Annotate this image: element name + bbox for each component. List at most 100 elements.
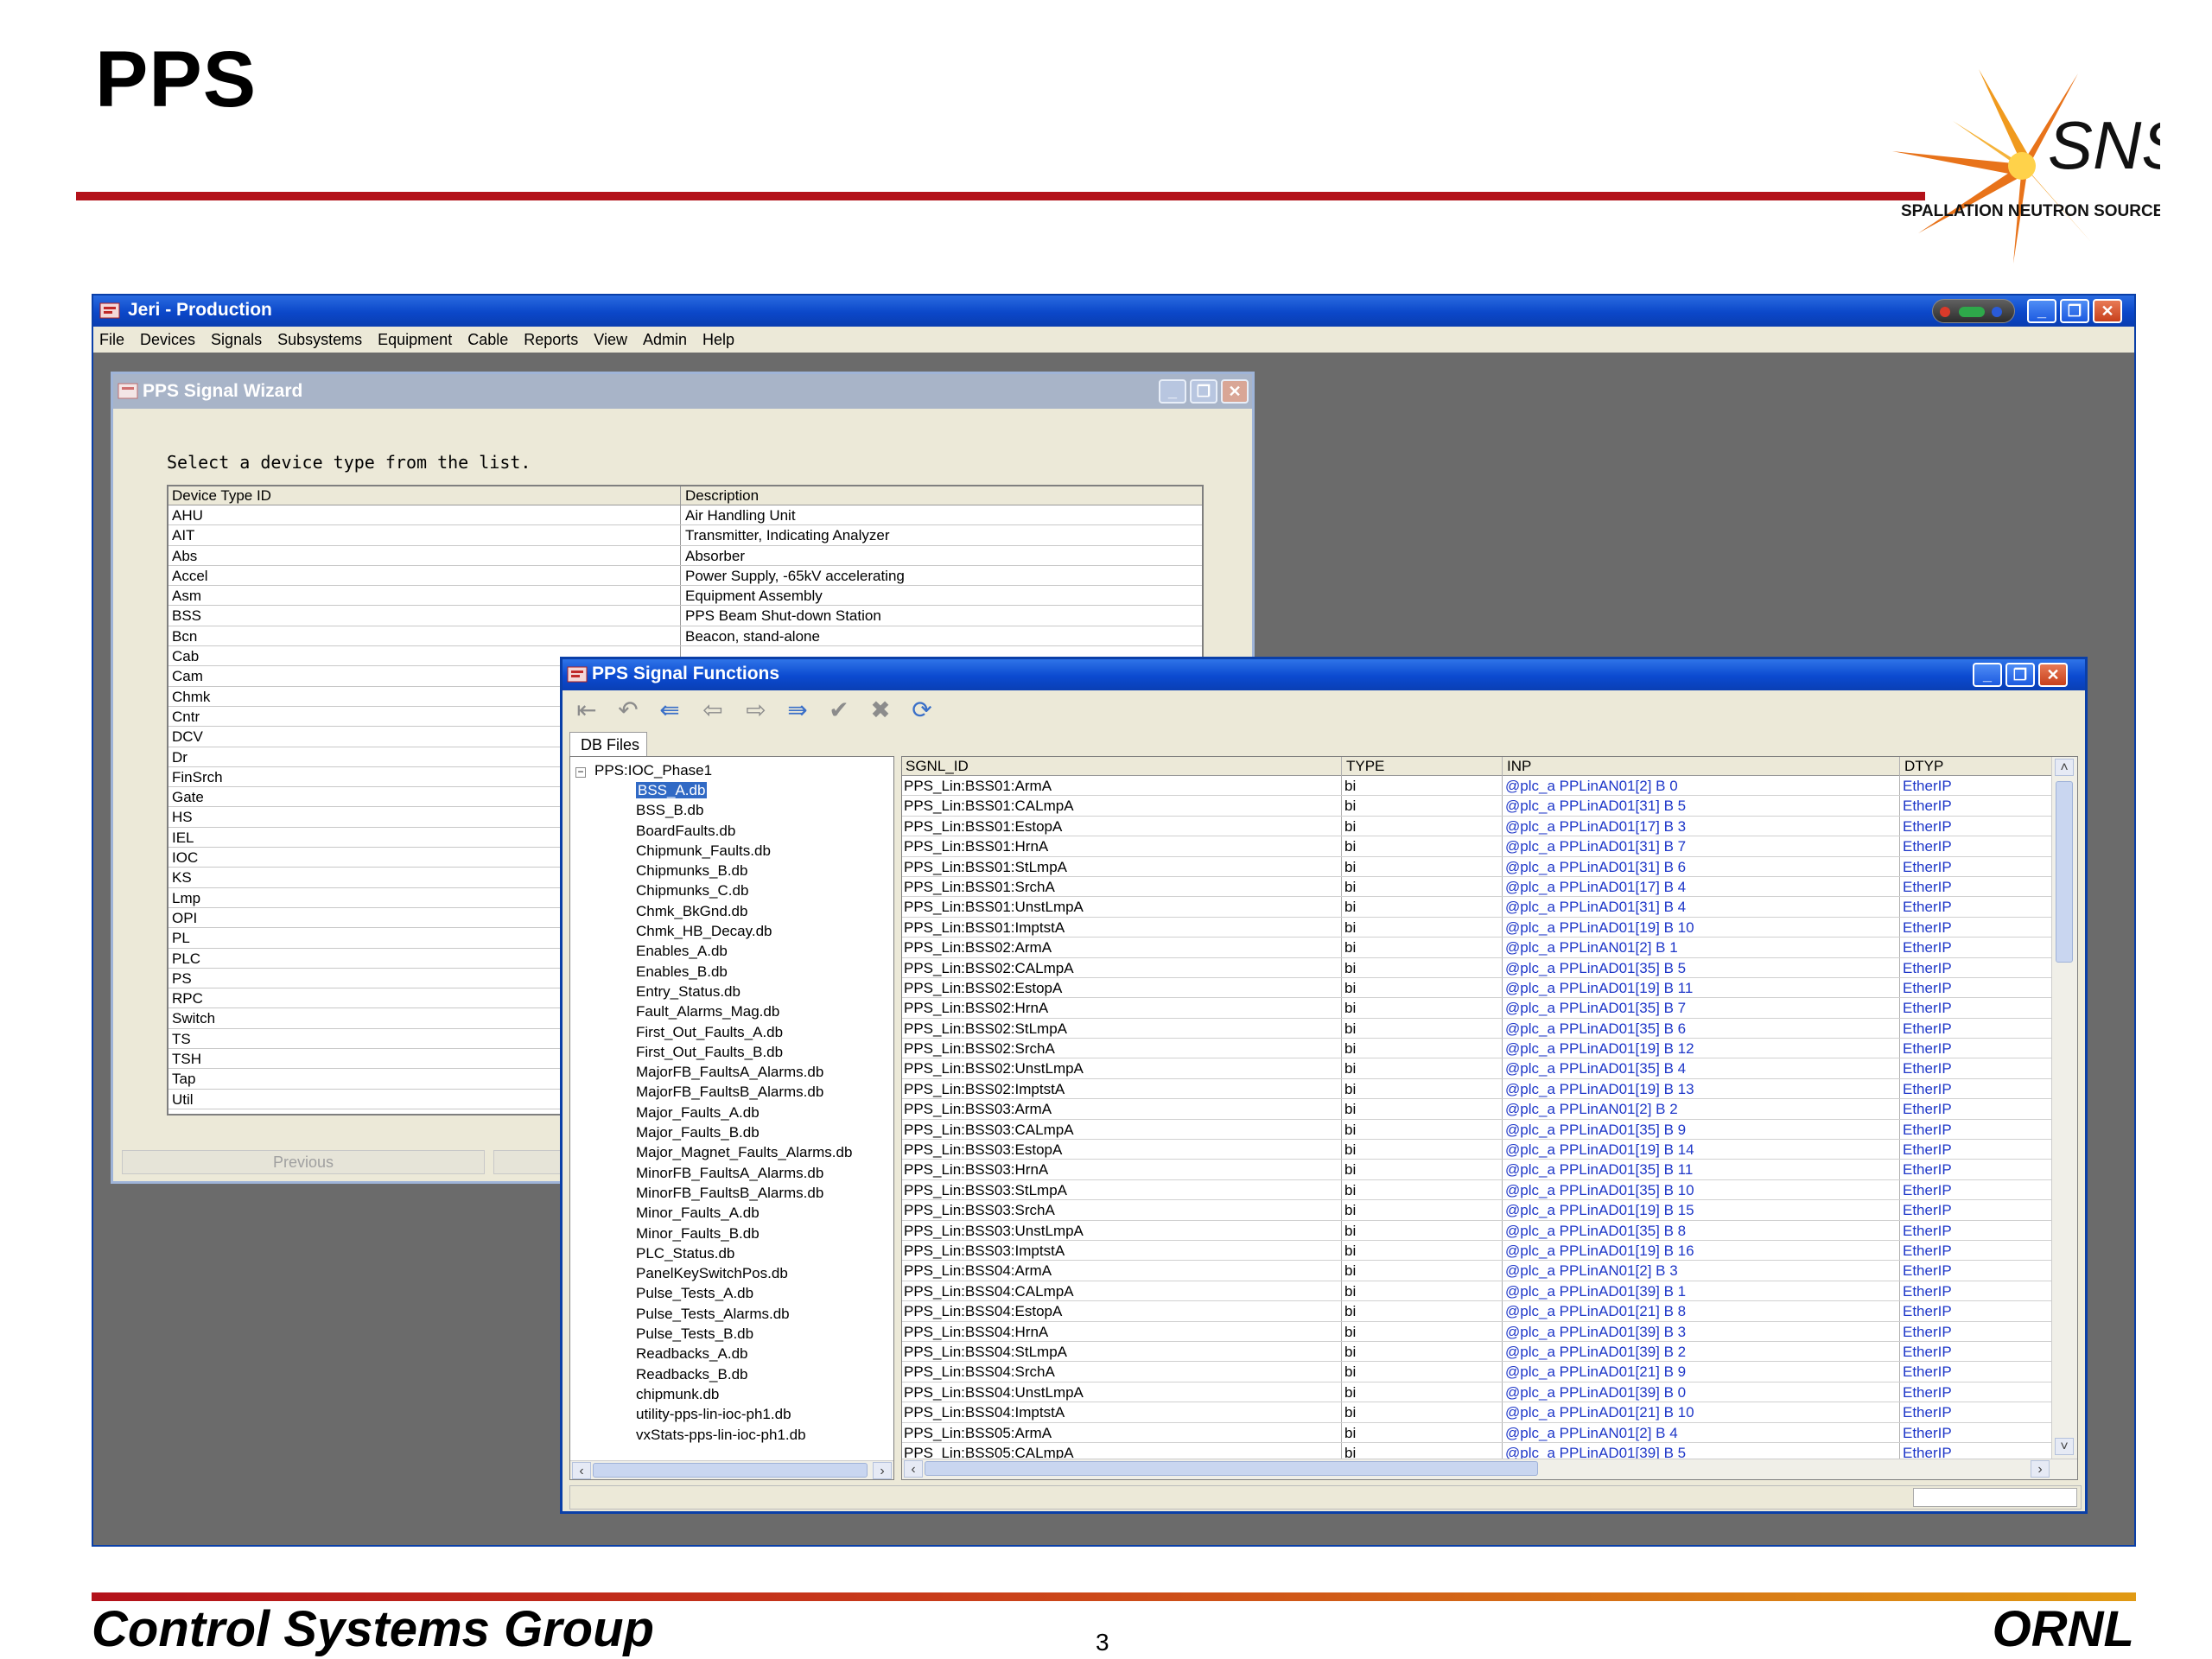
tree-item-db-file[interactable]: Major_Faults_A.db [634, 1104, 852, 1124]
tree-item-db-file[interactable]: PanelKeySwitchPos.db [634, 1265, 852, 1285]
tree-item-db-file[interactable]: Pulse_Tests_Alarms.db [634, 1306, 852, 1325]
signal-row[interactable]: PPS_Lin:BSS02:StLmpA bi @plc_a PPLinAD01[3… [902, 1019, 2051, 1039]
tree-item-db-file[interactable]: Enables_A.db [634, 943, 852, 963]
tree-item-db-file[interactable]: PLC_Status.db [634, 1245, 852, 1265]
cancel-icon[interactable]: ✖ [863, 696, 898, 725]
undo-icon[interactable]: ↶ [611, 696, 645, 725]
tree-item-db-file[interactable]: Major_Faults_B.db [634, 1124, 852, 1144]
grid-vertical-scrollbar[interactable]: ˄ ˅ [2051, 757, 2077, 1459]
menu-subsystems[interactable]: Subsystems [271, 327, 368, 349]
functions-titlebar[interactable]: PPS Signal Functions _ ❐ ✕ [563, 659, 2085, 690]
inp-cell[interactable]: @plc_a PPLinAN01[2] B 2 [1505, 1101, 1678, 1118]
previous-icon[interactable]: ⇦ [696, 696, 730, 725]
signal-row[interactable]: PPS_Lin:BSS03:ImptstA bi @plc_a PPLinAD01[… [902, 1241, 2051, 1262]
next-icon[interactable]: ⇨ [739, 696, 773, 725]
signal-row[interactable]: PPS_Lin:BSS01:StLmpA bi @plc_a PPLinAD01[3… [902, 857, 2051, 877]
signal-row[interactable]: PPS_Lin:BSS04:SrchA bi @plc_a PPLinAD01[21… [902, 1362, 2051, 1382]
tree-item-db-file[interactable]: Pulse_Tests_A.db [634, 1285, 852, 1305]
device-table-row[interactable]: AIT Transmitter, Indicating Analyzer [168, 525, 1202, 546]
signal-row[interactable]: PPS_Lin:BSS04:HrnA bi @plc_a PPLinAD01[39]… [902, 1322, 2051, 1342]
tree-item-db-file[interactable]: BoardFaults.db [634, 823, 852, 842]
wizard-maximize-button[interactable]: ❐ [1190, 379, 1217, 404]
inp-cell[interactable]: @plc_a PPLinAD01[19] B 14 [1505, 1141, 1694, 1159]
scroll-left-icon[interactable]: ‹ [572, 1462, 591, 1479]
signal-row[interactable]: PPS_Lin:BSS04:CALmpA bi @plc_a PPLinAD01[3… [902, 1281, 2051, 1302]
scroll-thumb[interactable] [925, 1461, 1538, 1476]
inp-cell[interactable]: @plc_a PPLinAD01[17] B 4 [1505, 879, 1686, 896]
inp-cell[interactable]: @plc_a PPLinAD01[19] B 15 [1505, 1202, 1694, 1219]
collapse-icon[interactable]: − [575, 766, 586, 778]
tree-item-db-file[interactable]: Minor_Faults_A.db [634, 1205, 852, 1224]
signal-row[interactable]: PPS_Lin:BSS03:EstopA bi @plc_a PPLinAD01[1… [902, 1140, 2051, 1160]
signal-row[interactable]: PPS_Lin:BSS03:SrchA bi @plc_a PPLinAD01[19… [902, 1200, 2051, 1221]
inp-cell[interactable]: @plc_a PPLinAD01[31] B 5 [1505, 798, 1686, 815]
grid-horizontal-scrollbar[interactable]: ‹ › [902, 1459, 2077, 1479]
scroll-right-icon[interactable]: › [873, 1462, 892, 1479]
signal-row[interactable]: PPS_Lin:BSS04:ImptstA bi @plc_a PPLinAD01[… [902, 1402, 2051, 1423]
signal-row[interactable]: PPS_Lin:BSS03:StLmpA bi @plc_a PPLinAD01[3… [902, 1180, 2051, 1201]
language-bar[interactable] [1932, 299, 2015, 323]
signal-row[interactable]: PPS_Lin:BSS04:UnstLmpA bi @plc_a PPLinAD01… [902, 1382, 2051, 1403]
tree-item-db-file[interactable]: Fault_Alarms_Mag.db [634, 1003, 852, 1023]
column-header-description[interactable]: Description [685, 487, 759, 505]
signal-row[interactable]: PPS_Lin:BSS04:StLmpA bi @plc_a PPLinAD01[3… [902, 1342, 2051, 1363]
menu-file[interactable]: File [93, 327, 130, 349]
inp-cell[interactable]: @plc_a PPLinAD01[19] B 12 [1505, 1040, 1694, 1058]
menu-signals[interactable]: Signals [205, 327, 268, 349]
signal-row[interactable]: PPS_Lin:BSS01:ImptstA bi @plc_a PPLinAD01[… [902, 918, 2051, 938]
exit-icon[interactable]: ⇤ [569, 696, 604, 725]
device-table-row[interactable]: Abs Absorber [168, 546, 1202, 566]
scroll-up-icon[interactable]: ˄ [2055, 759, 2074, 776]
inp-cell[interactable]: @plc_a PPLinAD01[21] B 10 [1505, 1404, 1694, 1421]
previous-button[interactable]: Previous [122, 1150, 485, 1174]
signal-row[interactable]: PPS_Lin:BSS02:CALmpA bi @plc_a PPLinAD01[3… [902, 958, 2051, 978]
tree-item-db-file[interactable]: vxStats-pps-lin-ioc-ph1.db [634, 1427, 852, 1446]
scroll-down-icon[interactable]: ˅ [2055, 1438, 2074, 1455]
tree-item-db-file[interactable]: Pulse_Tests_B.db [634, 1325, 852, 1345]
inp-cell[interactable]: @plc_a PPLinAD01[39] B 2 [1505, 1344, 1686, 1361]
signal-row[interactable]: PPS_Lin:BSS03:ArmA bi @plc_a PPLinAN01[2] … [902, 1099, 2051, 1120]
signal-row[interactable]: PPS_Lin:BSS05:CALmpA bi @plc_a PPLinAD01[3… [902, 1443, 2051, 1459]
inp-cell[interactable]: @plc_a PPLinAD01[35] B 11 [1505, 1161, 1693, 1179]
tree-item-db-file[interactable]: chipmunk.db [634, 1386, 852, 1406]
scroll-right-icon[interactable]: › [2031, 1460, 2050, 1478]
signal-row[interactable]: PPS_Lin:BSS01:EstopA bi @plc_a PPLinAD01[1… [902, 817, 2051, 837]
inp-cell[interactable]: @plc_a PPLinAD01[19] B 16 [1505, 1243, 1694, 1260]
column-header-device-type-id[interactable]: Device Type ID [172, 487, 271, 505]
menu-admin[interactable]: Admin [637, 327, 693, 349]
column-header-dtyp[interactable]: DTYP [1904, 758, 1943, 775]
inp-cell[interactable]: @plc_a PPLinAD01[35] B 5 [1505, 960, 1686, 977]
app-titlebar[interactable]: Jeri - Production _ ❐ ✕ [93, 296, 2134, 327]
inp-cell[interactable]: @plc_a PPLinAD01[39] B 5 [1505, 1445, 1686, 1459]
refresh-icon[interactable]: ⟳ [905, 696, 939, 725]
inp-cell[interactable]: @plc_a PPLinAD01[35] B 6 [1505, 1020, 1686, 1038]
tree-item-db-file[interactable]: utility-pps-lin-ioc-ph1.db [634, 1406, 852, 1426]
device-table-row[interactable]: BSS PPS Beam Shut-down Station [168, 606, 1202, 626]
column-header-type[interactable]: TYPE [1346, 758, 1384, 775]
tree-item-db-file[interactable]: Enables_B.db [634, 963, 852, 983]
inp-cell[interactable]: @plc_a PPLinAN01[2] B 3 [1505, 1262, 1678, 1280]
tree-item-db-file[interactable]: Chipmunks_B.db [634, 862, 852, 882]
device-table-row[interactable]: Accel Power Supply, -65kV accelerating [168, 566, 1202, 587]
tree-item-db-file[interactable]: BSS_A.db [634, 781, 852, 802]
device-table-row[interactable]: Bcn Beacon, stand-alone [168, 626, 1202, 647]
signal-row[interactable]: PPS_Lin:BSS03:CALmpA bi @plc_a PPLinAD01[3… [902, 1120, 2051, 1141]
inp-cell[interactable]: @plc_a PPLinAD01[19] B 11 [1505, 980, 1693, 997]
menu-devices[interactable]: Devices [134, 327, 201, 349]
minimize-button[interactable]: _ [2027, 299, 2056, 323]
signal-row[interactable]: PPS_Lin:BSS04:ArmA bi @plc_a PPLinAN01[2] … [902, 1261, 2051, 1281]
tree-root-node[interactable]: − PPS:IOC_Phase1 [575, 762, 712, 779]
signal-row[interactable]: PPS_Lin:BSS02:EstopA bi @plc_a PPLinAD01[1… [902, 978, 2051, 999]
tree-item-db-file[interactable]: Chipmunk_Faults.db [634, 842, 852, 862]
tree-item-db-file[interactable]: MinorFB_FaultsB_Alarms.db [634, 1185, 852, 1205]
wizard-close-button[interactable]: ✕ [1221, 379, 1249, 404]
inp-cell[interactable]: @plc_a PPLinAD01[19] B 10 [1505, 919, 1694, 937]
signal-row[interactable]: PPS_Lin:BSS03:UnstLmpA bi @plc_a PPLinAD01… [902, 1221, 2051, 1241]
tree-horizontal-scrollbar[interactable]: ‹ › [570, 1460, 893, 1479]
last-icon[interactable]: ⇛ [780, 696, 815, 725]
tree-item-db-file[interactable]: First_Out_Faults_A.db [634, 1024, 852, 1044]
inp-cell[interactable]: @plc_a PPLinAD01[17] B 3 [1505, 818, 1686, 836]
tree-item-db-file[interactable]: MajorFB_FaultsA_Alarms.db [634, 1064, 852, 1084]
tree-item-db-file[interactable]: Chmk_HB_Decay.db [634, 923, 852, 943]
signal-row[interactable]: PPS_Lin:BSS01:ArmA bi @plc_a PPLinAN01[2] … [902, 776, 2051, 797]
